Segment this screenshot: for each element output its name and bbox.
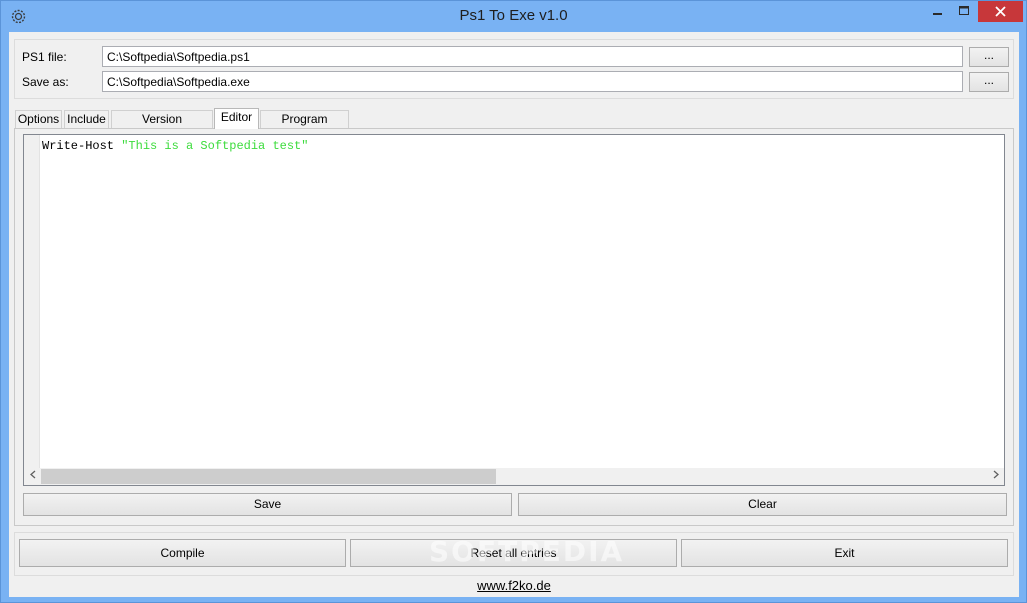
chevron-left-icon[interactable] bbox=[24, 468, 41, 485]
app-window: Ps1 To Exe v1.0 PS1 file: C:\Softpedia\S… bbox=[0, 0, 1027, 603]
minimize-button[interactable] bbox=[926, 1, 950, 22]
ps1-browse-button[interactable]: ... bbox=[969, 47, 1009, 67]
code-command: Write-Host bbox=[42, 139, 115, 153]
editor-tab-panel: Write-Host "This is a Softpedia test" Sa… bbox=[14, 128, 1014, 526]
save-as-label: Save as: bbox=[22, 75, 69, 89]
minimize-icon bbox=[933, 5, 943, 19]
tab-program-settings[interactable]: Program settings bbox=[260, 110, 349, 143]
tab-editor[interactable]: Editor bbox=[214, 108, 259, 129]
scrollbar-thumb[interactable] bbox=[41, 469, 496, 484]
client-area: PS1 file: C:\Softpedia\Softpedia.ps1 ...… bbox=[9, 32, 1019, 597]
window-title: Ps1 To Exe v1.0 bbox=[459, 7, 568, 24]
ps1-file-label: PS1 file: bbox=[22, 50, 67, 64]
code-line: Write-Host "This is a Softpedia test" bbox=[42, 139, 308, 153]
compile-button[interactable]: Compile bbox=[19, 539, 346, 567]
clear-button[interactable]: Clear bbox=[518, 493, 1007, 516]
tab-options[interactable]: Options bbox=[15, 110, 62, 129]
tab-version-information[interactable]: Version information bbox=[111, 110, 213, 143]
ps1-file-input[interactable]: C:\Softpedia\Softpedia.ps1 bbox=[102, 46, 963, 67]
code-editor[interactable]: Write-Host "This is a Softpedia test" bbox=[23, 134, 1005, 486]
close-icon bbox=[995, 4, 1006, 20]
reset-all-entries-button[interactable]: Reset all entries bbox=[350, 539, 677, 567]
close-button[interactable] bbox=[978, 1, 1023, 22]
save-as-input[interactable]: C:\Softpedia\Softpedia.exe bbox=[102, 71, 963, 92]
chevron-right-icon[interactable] bbox=[987, 468, 1004, 485]
maximize-icon bbox=[958, 5, 970, 19]
code-string: "This is a Softpedia test" bbox=[121, 139, 309, 153]
maximize-button[interactable] bbox=[952, 1, 976, 22]
website-link[interactable]: www.f2ko.de bbox=[9, 578, 1019, 593]
editor-gutter bbox=[24, 135, 40, 468]
horizontal-scrollbar[interactable] bbox=[24, 468, 1004, 485]
save-button[interactable]: Save bbox=[23, 493, 512, 516]
file-paths-group: PS1 file: C:\Softpedia\Softpedia.ps1 ...… bbox=[14, 39, 1014, 99]
exit-button[interactable]: Exit bbox=[681, 539, 1008, 567]
title-bar[interactable]: Ps1 To Exe v1.0 bbox=[1, 1, 1026, 31]
tab-include[interactable]: Include bbox=[64, 110, 109, 129]
save-as-browse-button[interactable]: ... bbox=[969, 72, 1009, 92]
